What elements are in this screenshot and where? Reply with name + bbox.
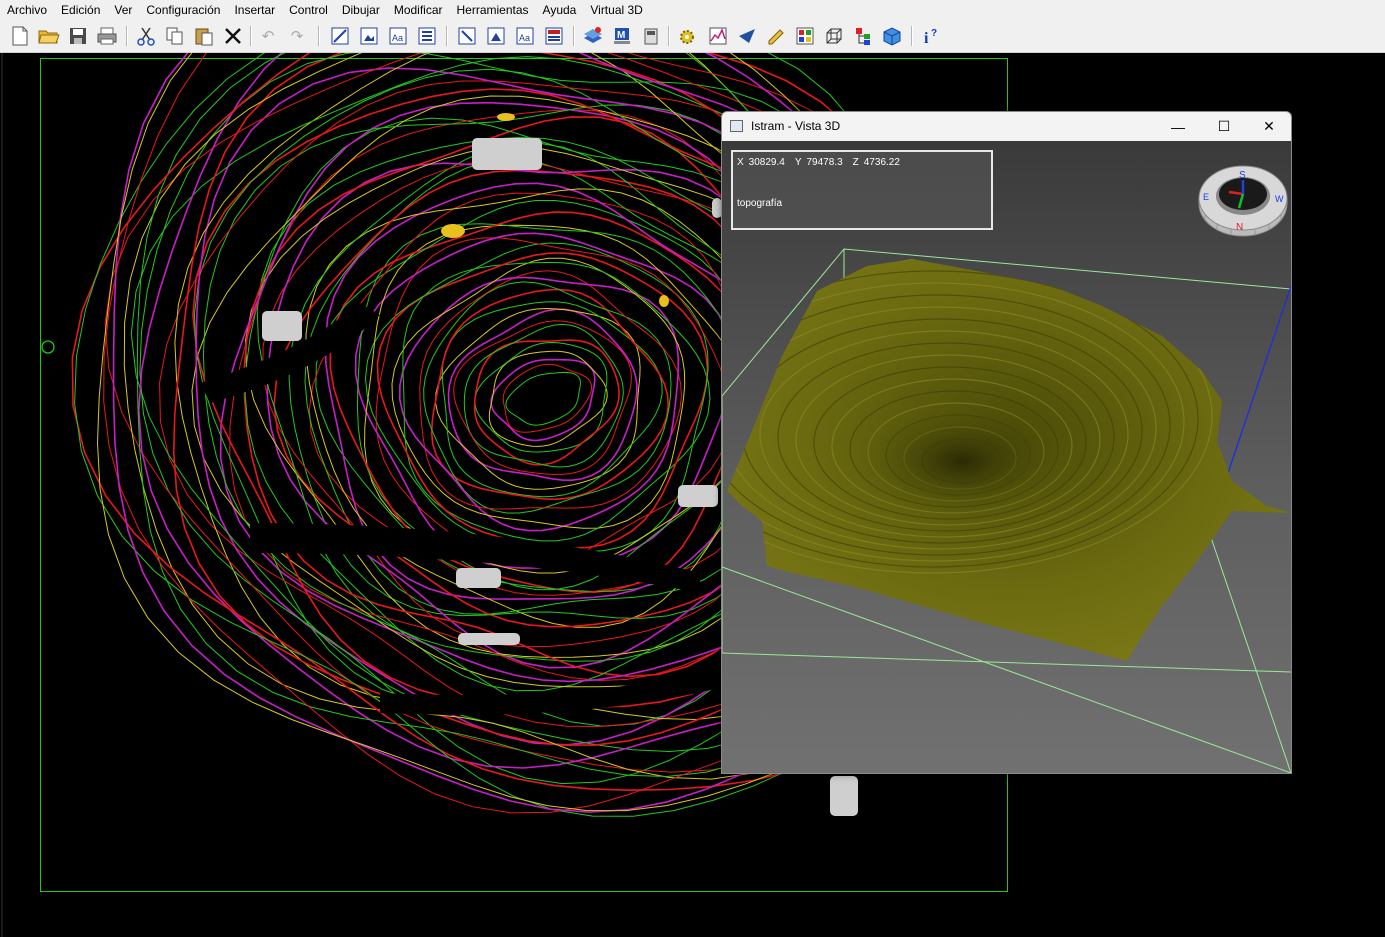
svg-text:Aa: Aa [392, 33, 403, 43]
marker-circle [41, 340, 55, 354]
cut-icon[interactable] [134, 24, 158, 48]
svg-text:M: M [617, 30, 625, 41]
compass-letter-n: N [1236, 222, 1243, 233]
redo-icon[interactable]: ↷ [285, 24, 309, 48]
menu-item-0[interactable]: Archivo [0, 0, 54, 20]
info-box: X 30829.4 Y 79478.3 Z 4736.22 topografía [731, 150, 993, 230]
compass-letter-w: W [1275, 194, 1284, 204]
layout-icon[interactable] [542, 24, 566, 48]
menu-item-2[interactable]: Ver [107, 0, 139, 20]
view-frame-icon[interactable] [484, 24, 508, 48]
z-value: 4736.22 [863, 157, 900, 168]
menu-item-3[interactable]: Configuración [139, 0, 227, 20]
y-value: 79478.3 [806, 157, 843, 168]
contour-line [474, 341, 608, 453]
3d-viewport[interactable]: S E N W [722, 141, 1291, 773]
compass-letter-e: E [1203, 192, 1209, 202]
y-label: Y [794, 157, 802, 168]
text-frame-icon[interactable]: Aa [513, 24, 537, 48]
pencil-icon[interactable] [764, 24, 788, 48]
ramp-gap [380, 663, 745, 715]
new-file-icon[interactable] [8, 24, 32, 48]
menu-item-5[interactable]: Control [282, 0, 335, 20]
yellow-feature [659, 295, 669, 307]
layer-name: topografía [737, 198, 783, 209]
layers-3d-icon[interactable] [581, 24, 605, 48]
app-icon [730, 120, 743, 132]
pit-center [852, 401, 1072, 521]
z-label: Z [852, 157, 859, 168]
delete-icon[interactable] [221, 24, 245, 48]
tree-hierarchy-icon[interactable] [851, 24, 875, 48]
minimize-button[interactable]: — [1155, 112, 1201, 141]
svg-text:?: ? [931, 28, 937, 39]
svg-text:Aa: Aa [519, 33, 530, 43]
save-icon[interactable] [66, 24, 90, 48]
x-label: X [737, 157, 744, 168]
toolbar: ↶ ↷ Aa Aa M i ? [0, 20, 1385, 53]
menu-item-6[interactable]: Dibujar [335, 0, 387, 20]
print-icon[interactable] [95, 24, 119, 48]
yellow-feature [441, 224, 465, 238]
window-titlebar[interactable]: Istram - Vista 3D — ☐ ✕ [722, 112, 1291, 141]
gray-patch [456, 568, 501, 588]
yellow-feature [497, 113, 515, 121]
gray-patch [830, 776, 858, 816]
menu-item-9[interactable]: Ayuda [536, 0, 584, 20]
paste-icon[interactable] [192, 24, 216, 48]
menu-item-7[interactable]: Modificar [387, 0, 450, 20]
gray-patch [472, 138, 542, 170]
menu-item-1[interactable]: Edición [54, 0, 107, 20]
copy-icon[interactable] [163, 24, 187, 48]
pan-icon[interactable] [455, 24, 479, 48]
contour-line [364, 224, 751, 574]
arrow-icon[interactable] [735, 24, 759, 48]
undo-icon[interactable]: ↶ [256, 24, 280, 48]
model-icon[interactable]: M [610, 24, 634, 48]
wireframe-cube-icon[interactable] [822, 24, 846, 48]
profile-chart-icon[interactable] [706, 24, 730, 48]
zoom-text-icon[interactable]: Aa [386, 24, 410, 48]
gray-patch [262, 311, 302, 341]
window-title: Istram - Vista 3D [751, 119, 841, 133]
camera-icon[interactable] [639, 24, 663, 48]
close-button[interactable]: ✕ [1246, 112, 1291, 141]
settings-gear-icon[interactable] [675, 24, 699, 48]
menu-item-8[interactable]: Herramientas [450, 0, 536, 20]
zoom-list-icon[interactable] [415, 24, 439, 48]
palette-icon[interactable] [793, 24, 817, 48]
contour-line [505, 371, 582, 426]
compass-letter-s: S [1239, 170, 1246, 181]
vista-3d-window: Istram - Vista 3D — ☐ ✕ S E N W X 30829.… [721, 111, 1292, 774]
open-folder-icon[interactable] [37, 24, 61, 48]
solid-cube-icon[interactable] [880, 24, 904, 48]
contour-line [473, 339, 620, 466]
coordinate-readout: X 30829.4 Y 79478.3 Z 4736.22 [737, 157, 910, 168]
maximize-button[interactable]: ☐ [1201, 112, 1247, 141]
gray-patch [678, 485, 718, 507]
zoom-extents-icon[interactable] [357, 24, 381, 48]
gray-patch [458, 633, 520, 645]
contour-line [419, 270, 682, 510]
menu-item-10[interactable]: Virtual 3D [583, 0, 649, 20]
compass-widget[interactable]: S E N W [1198, 165, 1288, 237]
menu-item-4[interactable]: Insertar [227, 0, 282, 20]
contour-line [447, 308, 638, 482]
contour-line [376, 252, 709, 550]
x-value: 30829.4 [748, 157, 785, 168]
svg-text:i: i [924, 30, 929, 46]
help-icon[interactable]: i? [919, 24, 943, 48]
contour-line [398, 276, 680, 532]
menu-bar: Archivo Edición Ver Configuración Insertar Co… [0, 0, 1385, 20]
zoom-window-icon[interactable] [328, 24, 352, 48]
